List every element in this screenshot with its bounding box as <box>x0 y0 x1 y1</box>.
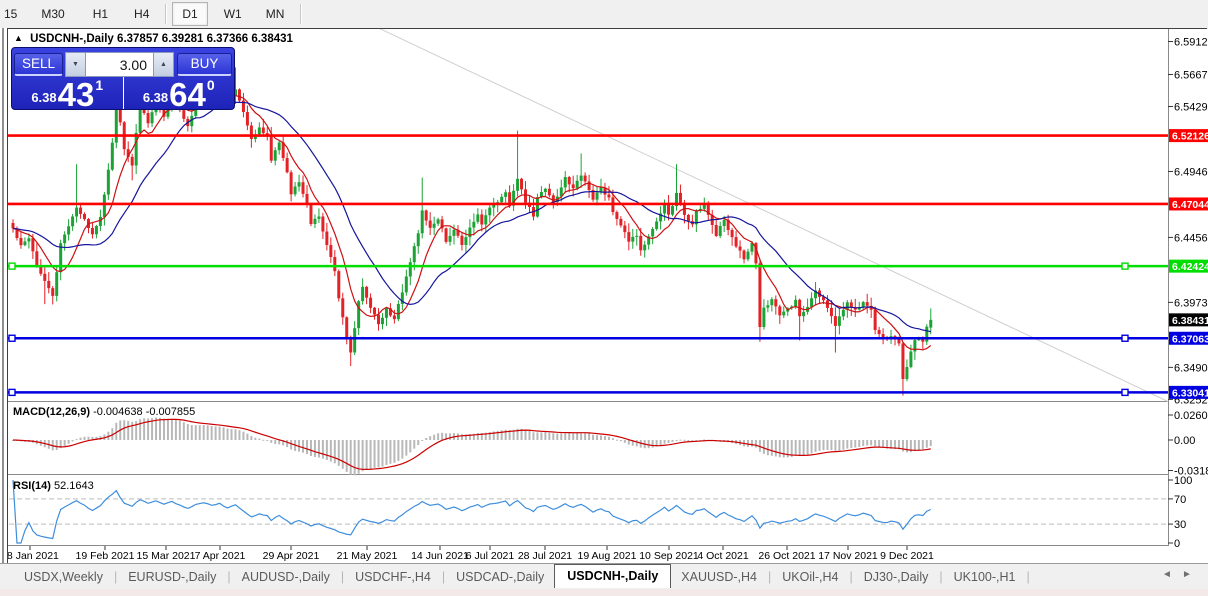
line-handle[interactable] <box>8 388 16 397</box>
tab-dj30-daily[interactable]: DJ30-,Daily <box>854 567 939 587</box>
toolbar-separator <box>300 4 302 24</box>
status-strip <box>0 589 1208 596</box>
price-axis-label: 6.54290 <box>1174 101 1208 113</box>
timeframe-toolbar: 15 M30 H1 H4 D1 W1 MN <box>0 0 1208 28</box>
toolbar-separator <box>165 4 167 24</box>
timeframe-m15-button[interactable]: 15 <box>0 2 27 26</box>
price-axis-label: 6.44560 <box>1174 232 1208 244</box>
price-axis-label: 6.59120 <box>1174 36 1208 48</box>
one-click-trading-panel: SELL ▼ 3.00 ▲ BUY 6.38 43 1 6.38 64 0 <box>11 47 235 110</box>
buy-price-sup: 0 <box>206 77 215 93</box>
timeframe-d1-button[interactable]: D1 <box>172 2 208 26</box>
timeframe-w1-button[interactable]: W1 <box>214 2 252 26</box>
tab-usdchf-h4[interactable]: USDCHF-,H4 <box>345 567 441 587</box>
hline-price-label: 6.33041 <box>1172 387 1208 399</box>
date-axis-label: 28 Jan 2021 <box>8 550 59 562</box>
date-axis-label: 6 Jul 2021 <box>466 550 515 562</box>
buy-button[interactable]: BUY <box>177 52 232 76</box>
tab-uk100-h1[interactable]: UK100-,H1 <box>944 567 1026 587</box>
rsi-axis-label: 30 <box>1174 519 1186 531</box>
date-axis-label: 26 Oct 2021 <box>758 550 815 562</box>
macd-axis-label: 0.02607 <box>1174 410 1208 422</box>
buy-price-big: 64 <box>169 76 206 110</box>
hline-price-label: 6.38431 <box>1172 315 1208 327</box>
date-axis-label: 17 Nov 2021 <box>818 550 878 562</box>
date-axis-label: 28 Jul 2021 <box>518 550 572 562</box>
buy-price-display[interactable]: 6.38 64 0 <box>124 76 235 110</box>
timeframe-h4-button[interactable]: H4 <box>124 2 159 26</box>
timeframe-m30-button[interactable]: M30 <box>31 2 74 26</box>
date-axis-label: 21 May 2021 <box>337 550 398 562</box>
line-handle[interactable] <box>8 262 16 270</box>
line-handle[interactable] <box>8 334 16 342</box>
sell-price-sup: 1 <box>95 77 104 93</box>
timeframe-mn-button[interactable]: MN <box>256 2 295 26</box>
hline-price-label: 6.52126 <box>1172 131 1208 143</box>
chart-title: ▲ USDCNH-,Daily 6.37857 6.39281 6.37366 … <box>14 33 293 45</box>
date-axis-label: 9 Dec 2021 <box>880 550 934 562</box>
date-axis-label: 14 Jun 2021 <box>411 550 469 562</box>
date-axis-label: 7 Apr 2021 <box>195 550 246 562</box>
sell-price-prefix: 6.38 <box>31 90 57 105</box>
sell-button[interactable]: SELL <box>14 52 63 76</box>
sell-price-big: 43 <box>57 76 95 110</box>
date-axis-label: 19 Aug 2021 <box>578 550 637 562</box>
price-axis-label: 6.39730 <box>1174 297 1208 309</box>
rsi-axis-label: 0 <box>1174 538 1180 550</box>
rsi-indicator-value: 52.1643 <box>53 480 94 492</box>
line-handle[interactable] <box>1121 388 1129 397</box>
volume-increase-button[interactable]: ▲ <box>153 51 174 77</box>
chart-window: 6.59120 6.56670 6.54290 6.49460 6.44560 6.397… <box>7 28 1208 564</box>
chart-ohlc-values: 6.37857 6.39281 6.37366 6.38431 <box>117 33 293 45</box>
buy-price-prefix: 6.38 <box>142 90 169 105</box>
volume-input[interactable]: 3.00 <box>86 51 153 77</box>
macd-indicator-label: MACD(12,26,9) -0.004638 -0.007855 <box>13 406 196 418</box>
hline-price-label: 6.37063 <box>1172 333 1208 345</box>
macd-axis-label: 0.00 <box>1174 435 1195 447</box>
line-handle[interactable] <box>1121 262 1129 270</box>
chart-symbol-period: USDCNH-,Daily <box>30 33 114 45</box>
date-axis-label: 19 Feb 2021 <box>76 550 135 562</box>
volume-spinner: ▼ 3.00 ▲ <box>65 51 174 77</box>
price-axis-label: 6.56670 <box>1174 69 1208 81</box>
volume-decrease-button[interactable]: ▼ <box>65 51 86 77</box>
date-axis-label: 15 Mar 2021 <box>137 550 196 562</box>
tab-usdx-weekly[interactable]: USDX,Weekly <box>14 567 113 587</box>
hline-price-label: 6.47044 <box>1172 199 1208 211</box>
timeframe-h1-button[interactable]: H1 <box>83 2 118 26</box>
tab-ukoil-h4[interactable]: UKOil-,H4 <box>772 567 848 587</box>
background-window-edge <box>0 28 7 563</box>
up-arrow-icon: ▲ <box>160 60 167 68</box>
hline-price-label: 6.42424 <box>1172 261 1208 273</box>
rsi-indicator-label: RSI(14) 52.1643 <box>13 480 94 492</box>
tab-scroll-right-button[interactable]: ► <box>1182 569 1192 580</box>
price-axis-label: 6.34900 <box>1174 362 1208 374</box>
chart-tab-bar: USDX,Weekly | EURUSD-,Daily | AUDUSD-,Dail… <box>0 563 1208 590</box>
tab-eurusd-daily[interactable]: EURUSD-,Daily <box>118 567 226 587</box>
rsi-axis-label: 70 <box>1174 494 1186 506</box>
date-axis-label: 10 Sep 2021 <box>639 550 699 562</box>
date-axis-label: 29 Apr 2021 <box>263 550 320 562</box>
tab-usdcnh-daily[interactable]: USDCNH-,Daily <box>554 564 672 588</box>
rsi-axis-label: 100 <box>1174 475 1192 487</box>
macd-indicator-values: -0.004638 -0.007855 <box>93 406 196 418</box>
price-axis-label: 6.49460 <box>1174 166 1208 178</box>
tab-scroll-left-button[interactable]: ◄ <box>1162 569 1172 580</box>
tab-xauusd-h4[interactable]: XAUUSD-,H4 <box>671 567 767 587</box>
down-arrow-icon: ▼ <box>72 60 79 68</box>
collapse-panel-icon[interactable]: ▲ <box>14 33 23 43</box>
line-handle[interactable] <box>1121 334 1129 342</box>
date-axis-label: 4 Oct 2021 <box>697 550 749 562</box>
sell-price-display[interactable]: 6.38 43 1 <box>12 76 124 110</box>
tab-usdcad-daily[interactable]: USDCAD-,Daily <box>446 567 554 587</box>
tab-audusd-daily[interactable]: AUDUSD-,Daily <box>232 567 340 587</box>
